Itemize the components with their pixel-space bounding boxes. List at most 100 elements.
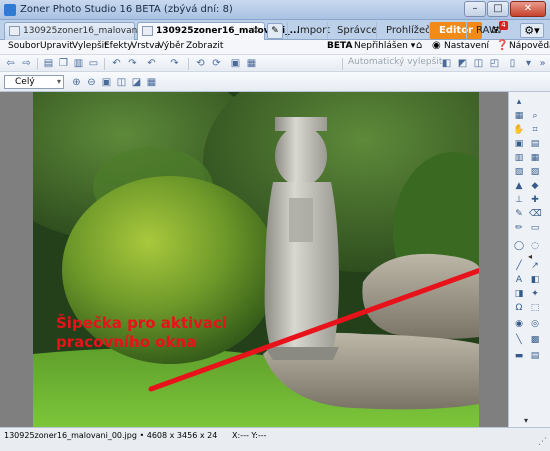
settings-icon[interactable]: ◉ — [432, 40, 441, 51]
arrow-tool-icon[interactable]: ↗ — [529, 260, 541, 272]
beta-label: BETA — [327, 41, 353, 51]
resize-grip-icon[interactable]: ⋰ — [538, 437, 547, 447]
pencil-icon[interactable]: ✏ — [513, 222, 525, 234]
straighten-icon[interactable]: ▣ — [513, 138, 525, 150]
menu-layer[interactable]: Vrstva — [131, 41, 160, 51]
photo-image — [33, 92, 479, 427]
close-tab-icon[interactable]: × — [252, 25, 260, 36]
text-tool-icon[interactable]: A — [513, 274, 525, 286]
clone-icon[interactable]: ⊥ — [513, 194, 525, 206]
tilt-shift-icon[interactable]: ◎ — [529, 318, 541, 330]
view-toolbar: Celý ▾ ⊕ ⊖ ▣ ◫ ◪ ▦ — [0, 72, 550, 92]
menu-selection[interactable]: Výběr — [158, 41, 184, 51]
copy-icon[interactable]: ❐ — [57, 57, 70, 70]
gear-menu-icon[interactable]: ⚙▾ — [520, 23, 544, 38]
help-link[interactable]: Nápověda — [509, 41, 550, 51]
grid-icon[interactable]: ▦ — [145, 76, 158, 89]
gradient-icon[interactable]: ◨ — [513, 288, 525, 300]
annotation-label: Šipečka pro aktivaci pracovního okna — [56, 314, 228, 351]
crop-tool-icon[interactable]: ⌗ — [529, 124, 541, 136]
color-icon[interactable]: ▧ — [513, 166, 525, 178]
line-tool-icon[interactable]: ╱ — [513, 260, 525, 272]
select-tool-icon[interactable]: ▦ — [513, 110, 525, 122]
perspective-icon[interactable]: ╲ — [513, 334, 525, 346]
eraser-icon[interactable]: ⌫ — [529, 208, 542, 220]
undo-icon[interactable]: ↶ — [110, 57, 123, 70]
hand-tool-icon[interactable]: ✋ — [513, 124, 525, 136]
pin-icon[interactable]: ✎ — [267, 23, 283, 39]
magic-wand-icon[interactable]: ✦ — [529, 288, 541, 300]
dropdown-icon[interactable]: ▾ — [522, 57, 535, 70]
menu-enhance[interactable]: Vylepšit — [72, 41, 108, 51]
fullscreen-icon[interactable]: ▦ — [245, 57, 258, 70]
redo-icon[interactable]: ↷ — [126, 57, 139, 70]
zoom-select-value: Celý — [15, 77, 35, 87]
resize-icon[interactable]: ▤ — [529, 138, 541, 150]
zoom-out-icon[interactable]: ⊖ — [85, 76, 98, 89]
hue-icon[interactable]: ▨ — [529, 166, 541, 178]
print-icon[interactable]: ▥ — [72, 57, 85, 70]
scroll-up-icon[interactable]: ▴ — [513, 96, 525, 108]
save-icon[interactable]: ▤ — [42, 57, 55, 70]
back-icon[interactable]: ⇦ — [4, 57, 17, 70]
image-icon — [9, 26, 20, 36]
auto-enhance-button[interactable]: Automatický vylepšit — [348, 57, 442, 67]
rectangle-icon[interactable]: ▭ — [529, 222, 541, 234]
ruler-icon[interactable]: ▬ — [513, 350, 525, 362]
fill-tool-icon[interactable]: ◧ — [529, 274, 541, 286]
rotate-right-icon[interactable]: ⟳ — [210, 57, 223, 70]
document-tab-label: 130925zoner16_malovani — [23, 26, 140, 36]
lasso-icon[interactable]: Ω — [513, 302, 525, 314]
levels-icon[interactable]: ▥ — [513, 152, 525, 164]
document-tab-2[interactable]: 130925zoner16_malovani_... × — [137, 22, 300, 40]
curves-icon[interactable]: ▦ — [529, 152, 541, 164]
sharpen-icon[interactable]: ▲ — [513, 180, 525, 192]
marquee-icon[interactable]: ⬚ — [529, 302, 541, 314]
menu-bar: Soubor Upravit Vylepšit Efekty Vrstva Vý… — [0, 40, 550, 55]
menu-view[interactable]: Zobrazit — [186, 41, 223, 51]
redo-history-icon[interactable]: ↷ — [168, 57, 181, 70]
info-icon[interactable]: ◫ — [472, 57, 485, 70]
zoom-select[interactable]: Celý ▾ — [4, 75, 64, 89]
scroll-down-icon[interactable]: ▾ — [524, 416, 528, 425]
close-window-button[interactable]: ✕ — [510, 1, 546, 17]
histogram-icon[interactable]: ◩ — [456, 57, 469, 70]
photo-canvas[interactable]: Šipečka pro aktivaci pracovního okna — [33, 92, 479, 427]
layer-icon[interactable]: ▤ — [529, 350, 541, 362]
minimize-button[interactable]: – — [464, 1, 486, 17]
fit-icon[interactable]: ◫ — [115, 76, 128, 89]
forward-icon[interactable]: ⇨ — [20, 57, 33, 70]
speech-bubble-icon[interactable]: ◌ — [529, 240, 541, 252]
settings-link[interactable]: Nastavení — [444, 41, 489, 51]
help-icon[interactable]: ❓ — [496, 40, 508, 51]
zoom-in-icon[interactable]: ⊕ — [70, 76, 83, 89]
red-eye-icon[interactable]: ◉ — [513, 318, 525, 330]
more-icon[interactable]: » — [536, 57, 549, 70]
fit-window-icon[interactable]: ▣ — [229, 57, 242, 70]
undo-history-icon[interactable]: ↶ — [145, 57, 158, 70]
fill-icon[interactable]: ◪ — [130, 76, 143, 89]
rotate-left-icon[interactable]: ⟲ — [194, 57, 207, 70]
brush-icon[interactable]: ✎ — [513, 208, 525, 220]
chevron-down-icon: ▾ — [56, 77, 61, 86]
menu-edit[interactable]: Upravit — [40, 41, 73, 51]
zoom-tool-icon[interactable]: ⌕ — [529, 110, 541, 122]
frame-icon[interactable]: ▩ — [529, 334, 541, 346]
menu-effects[interactable]: Efekty — [104, 41, 132, 51]
menu-file[interactable]: Soubor — [8, 41, 40, 51]
toolbar-separator — [37, 58, 38, 70]
compare-icon[interactable]: ◧ — [440, 57, 453, 70]
notification-badge: 4 — [499, 21, 508, 30]
share-icon[interactable]: ▭ — [87, 57, 100, 70]
panel-icon[interactable]: ▯ — [506, 57, 519, 70]
home-icon[interactable]: ⌂ — [416, 40, 422, 51]
status-file-info: 130925zoner16_malovani_00.jpg • 4608 x 3… — [4, 431, 218, 440]
blur-icon[interactable]: ◆ — [529, 180, 541, 192]
crop-icon[interactable]: ◰ — [488, 57, 501, 70]
zoom-100-icon[interactable]: ▣ — [100, 76, 113, 89]
maximize-button[interactable]: □ — [487, 1, 509, 17]
ellipse-icon[interactable]: ◯ — [513, 240, 525, 252]
document-tab-1[interactable]: 130925zoner16_malovani — [4, 22, 140, 40]
heal-icon[interactable]: ✚ — [529, 194, 541, 206]
login-dropdown[interactable]: Nepřihlášen ▾ — [354, 41, 415, 51]
